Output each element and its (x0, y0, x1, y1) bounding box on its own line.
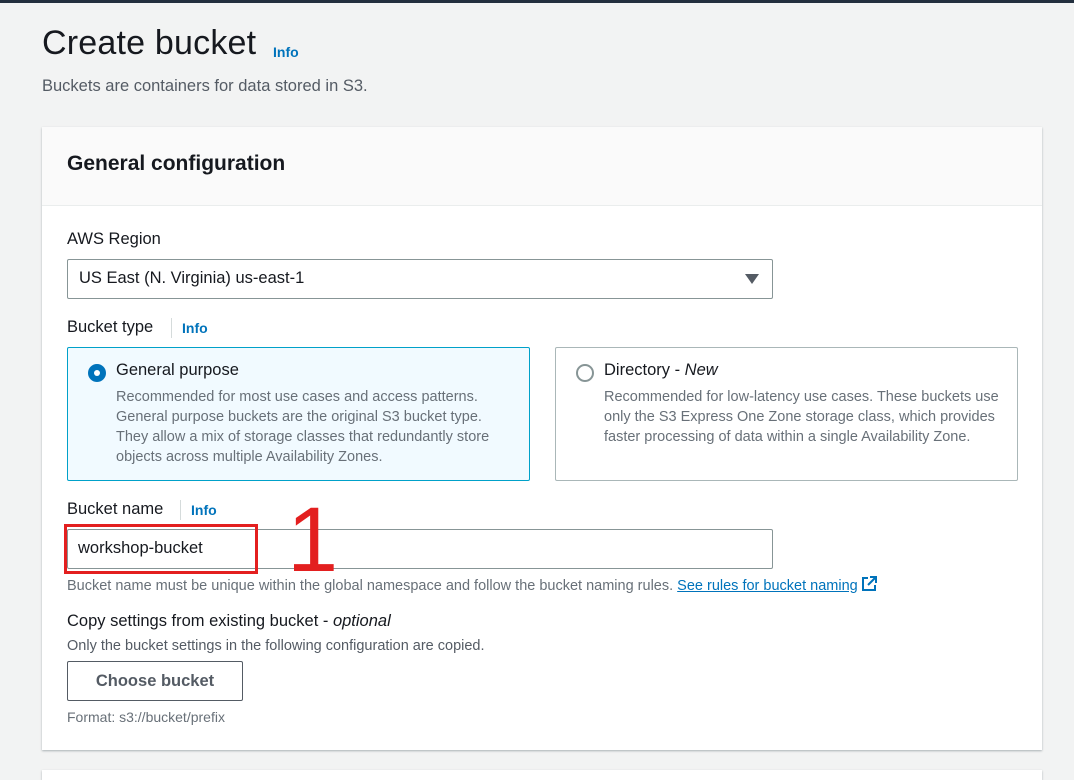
bucket-type-directory-tile[interactable]: Directory - New Recommended for low-late… (555, 347, 1018, 481)
choose-bucket-button[interactable]: Choose bucket (67, 661, 243, 701)
new-tag: New (684, 361, 718, 379)
bucket-type-label: Bucket type (67, 318, 154, 336)
bucket-name-hint: Bucket name must be unique within the gl… (67, 575, 878, 597)
bucket-type-general-purpose-tile[interactable]: General purpose Recommended for most use… (67, 347, 530, 481)
bucket-format-hint: Format: s3://bucket/prefix (67, 709, 225, 725)
directory-description: Recommended for low-latency use cases. T… (604, 389, 999, 445)
bucket-name-hint-text: Bucket name must be unique within the gl… (67, 578, 678, 594)
next-panel-edge (42, 770, 1042, 780)
optional-tag: optional (332, 612, 391, 630)
aws-region-select[interactable]: US East (N. Virginia) us-east-1 (67, 259, 773, 299)
page-subtitle: Buckets are containers for data stored i… (42, 77, 368, 95)
page-info-link[interactable]: Info (273, 44, 299, 60)
caret-down-icon (745, 274, 759, 284)
general-purpose-title: General purpose (116, 361, 239, 379)
directory-title-text: Directory - (604, 361, 685, 379)
copy-settings-label-text: Copy settings from existing bucket - (67, 612, 333, 630)
directory-radio[interactable] (576, 364, 594, 382)
annotation-step-number: 1 (287, 489, 339, 591)
bucket-naming-rules-link[interactable]: See rules for bucket naming (677, 578, 858, 594)
panel-header: General configuration (42, 127, 1042, 206)
external-link-icon[interactable] (860, 575, 878, 597)
copy-settings-description: Only the bucket settings in the followin… (67, 638, 485, 654)
general-purpose-radio[interactable] (88, 364, 106, 382)
panel-title: General configuration (67, 152, 286, 175)
aws-region-label: AWS Region (67, 230, 161, 248)
page-title: Create bucket (42, 24, 257, 62)
bucket-type-info-link[interactable]: Info (182, 320, 208, 336)
directory-title: Directory - New (604, 361, 718, 380)
general-purpose-description: Recommended for most use cases and acces… (116, 389, 490, 465)
label-divider (171, 318, 172, 338)
aws-region-value: US East (N. Virginia) us-east-1 (79, 269, 305, 287)
label-divider (180, 500, 181, 520)
top-navigation-bar (0, 0, 1074, 3)
copy-settings-label: Copy settings from existing bucket - opt… (67, 612, 391, 631)
bucket-name-info-link[interactable]: Info (191, 502, 217, 518)
annotation-highlight-box (64, 524, 258, 574)
bucket-name-label: Bucket name (67, 500, 164, 518)
